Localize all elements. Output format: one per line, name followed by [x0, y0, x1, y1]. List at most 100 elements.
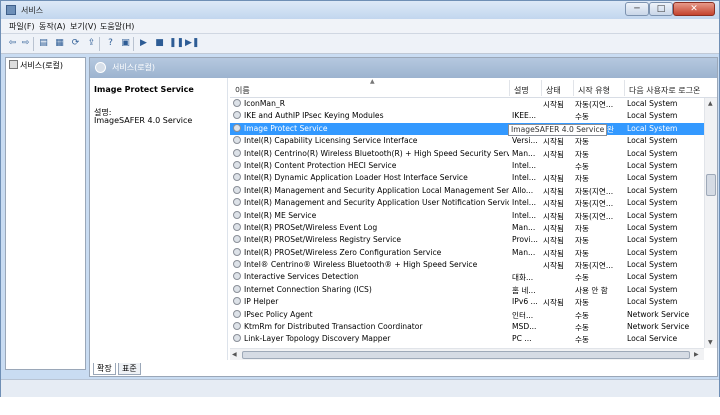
service-row[interactable]: Link-Layer Topology Discovery Mapper PC .… — [230, 333, 704, 345]
service-row[interactable]: Intel(R) Management and Security Applica… — [230, 185, 704, 197]
service-status: 시작됨 — [543, 236, 564, 246]
service-name: Intel(R) ME Service — [244, 210, 317, 220]
service-description: MSD... — [512, 322, 537, 332]
service-name: Intel(R) PROSet/Wireless Zero Configurat… — [244, 247, 442, 257]
service-row[interactable]: Interactive Services Detection 대화... 수동 Loc… — [230, 271, 704, 283]
service-startup-type: 자동 — [575, 174, 589, 184]
back-icon[interactable]: ⇦ — [6, 37, 19, 50]
service-status: 시작됨 — [543, 199, 564, 209]
column-header-description[interactable]: 설명 — [514, 85, 529, 96]
column-header-name[interactable]: 이름 — [235, 85, 250, 96]
service-logon-as: Local System — [627, 185, 678, 195]
service-description: PC ... — [512, 334, 532, 344]
service-logon-as: Local System — [627, 198, 678, 208]
service-gear-icon — [233, 160, 241, 169]
horizontal-scroll-thumb[interactable] — [242, 351, 690, 359]
service-name: IP Helper — [244, 297, 279, 307]
stop-icon[interactable]: ■ — [153, 37, 166, 50]
services-list: ▲ 이름 설명 상태 시작 유형 다음 사용자로 로그온 IconMan_R 시작… — [230, 78, 717, 360]
service-gear-icon — [233, 123, 241, 132]
service-gear-icon — [233, 198, 241, 207]
service-startup-type: 자동 — [575, 137, 589, 147]
service-row[interactable]: Intel(R) Content Protection HECI Service… — [230, 160, 704, 172]
play-icon[interactable]: ▶ — [137, 37, 150, 50]
status-bar — [1, 379, 719, 397]
vertical-scrollbar[interactable]: ▲ ▼ — [704, 98, 717, 348]
service-description: 인터... — [512, 310, 534, 320]
service-name: Intel(R) Capability Licensing Service In… — [244, 136, 418, 146]
help-icon[interactable]: ? — [104, 37, 117, 50]
tab-extended[interactable]: 확장 — [93, 363, 116, 375]
tree-item-services-local[interactable]: 서비스(로컬) — [9, 60, 63, 71]
service-name: IKE and AuthIP IPsec Keying Modules — [244, 111, 384, 121]
service-startup-type: 자동(지연... — [575, 100, 614, 109]
console-tree-icon[interactable]: ▤ — [37, 37, 50, 50]
mmc-icon[interactable]: ▣ — [119, 37, 132, 50]
pane-title: 서비스(로컬) — [112, 63, 156, 72]
service-row[interactable]: Internet Connection Sharing (ICS) 홈 네... 사… — [230, 284, 704, 296]
service-row[interactable]: KtmRm for Distributed Transaction Coordi… — [230, 321, 704, 333]
service-gear-icon — [233, 185, 241, 194]
service-row[interactable]: IKE and AuthIP IPsec Keying Modules IKEE.… — [230, 110, 704, 122]
menu-view[interactable]: 보기(V) — [70, 21, 96, 32]
pane-header: 서비스(로컬) — [90, 58, 717, 78]
sort-ascending-icon: ▲ — [370, 78, 375, 85]
service-startup-type: 수동 — [575, 273, 589, 283]
refresh-icon[interactable]: ⟳ — [69, 37, 82, 50]
service-startup-type: 자동(지연... — [575, 261, 614, 271]
service-row[interactable]: IPsec Policy Agent 인터... 수동 Network Service — [230, 309, 704, 321]
scroll-up-icon[interactable]: ▲ — [708, 100, 713, 107]
service-name: Intel(R) Content Protection HECI Service — [244, 160, 397, 170]
service-status: 시작됨 — [543, 261, 564, 271]
service-row[interactable]: Intel® Centrino® Wireless Bluetooth® + H… — [230, 259, 704, 271]
service-row[interactable]: Image Protect Service Local System ImageSA… — [230, 122, 704, 136]
service-description: IKEE... — [512, 111, 537, 121]
export-icon[interactable]: ⇪ — [85, 37, 98, 50]
restart-icon[interactable]: ▶❚ — [185, 37, 199, 50]
service-row[interactable]: Intel(R) PROSet/Wireless Event Log Man...… — [230, 222, 704, 234]
forward-icon[interactable]: ⇨ — [19, 37, 32, 50]
services-app-icon — [6, 5, 16, 15]
service-row[interactable]: Intel(R) Dynamic Application Loader Host… — [230, 172, 704, 184]
column-header-logon-as[interactable]: 다음 사용자로 로그온 — [629, 85, 700, 96]
service-name: Intel® Centrino® Wireless Bluetooth® + H… — [244, 260, 478, 270]
vertical-scroll-thumb[interactable] — [706, 174, 716, 196]
service-row[interactable]: IP Helper IPv6 ... 시작됨 자동 Local System — [230, 296, 704, 308]
service-status: 시작됨 — [543, 186, 564, 196]
service-row[interactable]: IconMan_R 시작됨 자동(지연... Local System — [230, 98, 704, 110]
service-logon-as: Local System — [627, 111, 678, 121]
service-row[interactable]: Intel(R) Management and Security Applica… — [230, 197, 704, 209]
close-button[interactable]: ✕ — [673, 2, 715, 16]
minimize-button[interactable]: ─ — [625, 2, 649, 16]
column-header-startup-type[interactable]: 시작 유형 — [578, 85, 610, 96]
service-row[interactable]: Intel(R) ME Service Intel... 시작됨 자동(지연... Lo… — [230, 210, 704, 222]
service-row[interactable]: Intel(R) Centrino(R) Wireless Bluetooth(… — [230, 148, 704, 160]
service-row[interactable]: Intel(R) PROSet/Wireless Zero Configurat… — [230, 247, 704, 259]
pause-icon[interactable]: ❚❚ — [169, 37, 184, 50]
service-row[interactable]: Intel(R) PROSet/Wireless Registry Servic… — [230, 234, 704, 246]
service-row[interactable]: Intel(R) Capability Licensing Service In… — [230, 135, 704, 147]
service-startup-type: 자동(지연... — [575, 186, 614, 196]
services-window: 서비스 ─ □ ✕ 파일(F) 동작(A) 보기(V) 도움말(H) ⇦ ⇨ ▤ ▦ ⟳… — [0, 0, 720, 397]
service-description: Intel... — [512, 173, 537, 183]
service-gear-icon — [233, 297, 241, 306]
service-gear-icon — [233, 272, 241, 281]
menu-help[interactable]: 도움말(H) — [100, 21, 134, 32]
service-name: Interactive Services Detection — [244, 272, 359, 282]
maximize-button[interactable]: □ — [649, 2, 673, 16]
service-gear-icon — [233, 148, 241, 157]
console-tree: 서비스(로컬) — [5, 57, 86, 370]
scroll-right-icon[interactable]: ▶ — [694, 351, 699, 358]
service-logon-as: Local Service — [627, 334, 678, 344]
tab-standard[interactable]: 표준 — [118, 363, 141, 375]
properties-icon[interactable]: ▦ — [53, 37, 66, 50]
service-gear-icon — [233, 247, 241, 256]
horizontal-scrollbar[interactable]: ◀ ▶ — [230, 348, 704, 360]
menu-file[interactable]: 파일(F) — [9, 21, 35, 32]
scroll-left-icon[interactable]: ◀ — [232, 351, 237, 358]
menu-action[interactable]: 동작(A) — [39, 21, 65, 32]
service-name: Intel(R) PROSet/Wireless Registry Servic… — [244, 235, 402, 245]
service-gear-icon — [233, 260, 241, 269]
scroll-down-icon[interactable]: ▼ — [708, 339, 713, 346]
column-header-status[interactable]: 상태 — [546, 85, 561, 96]
